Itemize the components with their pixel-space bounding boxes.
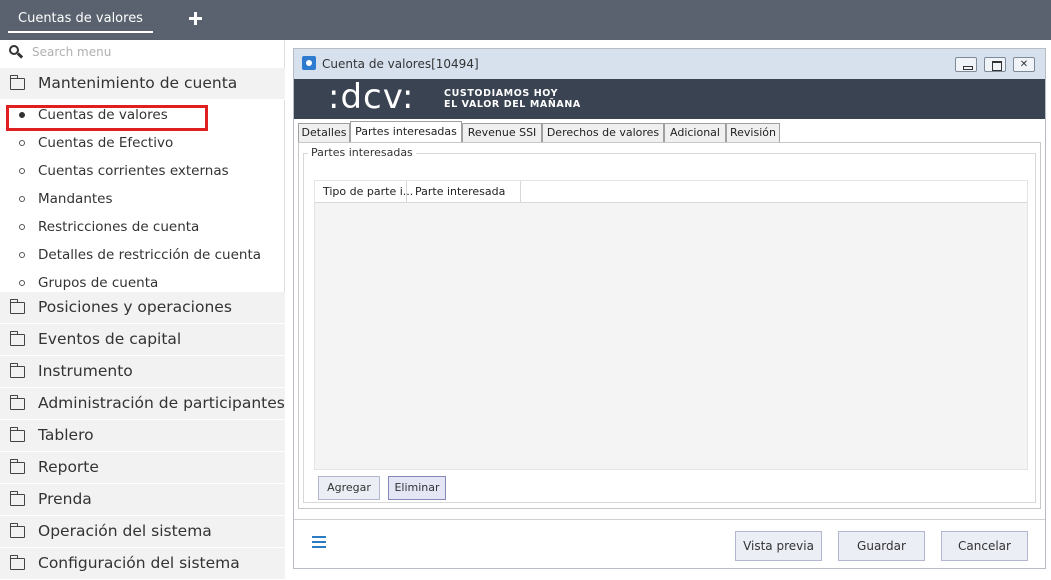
tab-revenue-ssi[interactable]: Revenue SSI [462,123,542,143]
search-bar [0,40,285,68]
folder-open-icon [9,75,25,90]
folder-icon [9,491,25,506]
bullet-icon [19,252,25,258]
tab-derechos-de-valores[interactable]: Derechos de valores [542,123,664,143]
tagline-line-2: EL VALOR DEL MAÑANA [444,99,581,110]
minimize-icon[interactable] [955,57,977,72]
sidebar-group-label: Eventos de capital [38,330,182,348]
folder-icon [9,395,25,410]
sidebar-group-tablero[interactable]: Tablero [0,420,285,452]
sidebar-group-label: Administración de participantes [38,394,285,412]
sidebar-group-posiciones[interactable]: Posiciones y operaciones [0,292,285,324]
sidebar-group-label: Instrumento [38,362,133,380]
sidebar-group-reporte[interactable]: Reporte [0,452,285,484]
sidebar-group-label: Configuración del sistema [38,554,240,572]
tab-adicional[interactable]: Adicional [664,123,726,143]
tab-content: Partes interesadas Tipo de parte i... Pa… [298,142,1041,509]
sidebar-item-label: Cuentas corrientes externas [38,163,229,179]
sidebar-group-operacion-del-sistema[interactable]: Operación del sistema [0,516,285,548]
column-header[interactable]: Tipo de parte i... [315,181,413,203]
search-input[interactable] [32,43,272,61]
sidebar-group-administracion[interactable]: Administración de participantes [0,388,285,420]
sidebar-item-label: Mandantes [38,191,113,207]
bullet-icon [19,140,25,146]
search-icon [9,45,24,59]
window-title: Cuenta de valores[10494] [322,57,479,71]
sidebar-group-label: Mantenimiento de cuenta [38,74,238,92]
tagline-line-1: CUSTODIAMOS HOY [444,88,559,99]
close-icon[interactable]: ✕ [1013,57,1035,72]
partes-grid[interactable]: Tipo de parte i... Parte interesada [314,180,1028,470]
save-button[interactable]: Guardar [838,531,925,561]
preview-button[interactable]: Vista previa [735,531,822,561]
app-icon [302,56,316,70]
sidebar-group-instrumento[interactable]: Instrumento [0,356,285,388]
sidebar-item-label: Restricciones de cuenta [38,219,200,235]
sidebar-item-label: Cuentas de Efectivo [38,135,174,151]
sidebar-group-label: Tablero [38,426,94,444]
sidebar-group-prenda[interactable]: Prenda [0,484,285,516]
tab-cuentas-de-valores[interactable]: Cuentas de valores [8,7,153,33]
bullet-icon [19,280,25,286]
folder-icon [9,331,25,346]
sidebar-item-label: Detalles de restricción de cuenta [38,247,262,263]
sidebar-item-cuentas-de-efectivo[interactable]: Cuentas de Efectivo [0,129,285,157]
add-button[interactable]: Agregar [318,476,380,500]
top-bar: Cuentas de valores [0,0,1051,40]
banner-tagline: CUSTODIAMOS HOY EL VALOR DEL MAÑANA [444,88,581,110]
window-footer: Vista previa Guardar Cancelar [294,519,1045,568]
sidebar-group-configuracion-del-sistema[interactable]: Configuración del sistema [0,548,285,580]
sidebar-group-label: Operación del sistema [38,522,212,540]
cancel-button[interactable]: Cancelar [941,531,1028,561]
folder-icon [9,427,25,442]
sidebar-menu: Mantenimiento de cuenta Cuentas de valor… [0,40,285,580]
partes-interesadas-section: Partes interesadas Tipo de parte i... Pa… [303,146,1036,503]
account-window: Cuenta de valores[10494] ✕ :dcv: CUSTODI… [293,48,1046,569]
maximize-icon[interactable] [984,57,1006,72]
sidebar-item-detalles-de-restriccion[interactable]: Detalles de restricción de cuenta [0,241,285,269]
logo-text: :dcv: [328,77,415,117]
section-title: Partes interesadas [308,146,416,159]
folder-icon [9,299,25,314]
sidebar-item-mandantes[interactable]: Mandantes [0,185,285,213]
folder-icon [9,363,25,378]
remove-button[interactable]: Eliminar [388,476,446,500]
plus-icon[interactable] [186,10,204,28]
folder-icon [9,555,25,570]
selection-highlight [6,105,208,131]
sidebar-group-eventos-de-capital[interactable]: Eventos de capital [0,324,285,356]
sidebar-group-mantenimiento-de-cuenta[interactable]: Mantenimiento de cuenta [0,68,285,100]
dcv-banner: :dcv: CUSTODIAMOS HOY EL VALOR DEL MAÑAN… [294,77,1045,119]
bullet-icon [19,196,25,202]
bullet-icon [19,168,25,174]
window-titlebar[interactable]: Cuenta de valores[10494] ✕ [294,49,1045,79]
sidebar-item-cuentas-corrientes-externas[interactable]: Cuentas corrientes externas [0,157,285,185]
tab-detalles[interactable]: Detalles [298,123,350,143]
bullet-icon [19,224,25,230]
tab-revision[interactable]: Revisión [726,123,780,143]
folder-icon [9,459,25,474]
sidebar-item-restricciones-de-cuenta[interactable]: Restricciones de cuenta [0,213,285,241]
sidebar-group-label: Prenda [38,490,92,508]
tab-partes-interesadas[interactable]: Partes interesadas [350,121,462,143]
sidebar-group-label: Reporte [38,458,99,476]
grid-header: Tipo de parte i... Parte interesada [315,181,1027,203]
sidebar-group-label: Posiciones y operaciones [38,298,232,316]
folder-icon [9,523,25,538]
column-header[interactable]: Parte interesada [407,181,521,203]
hamburger-icon[interactable] [312,536,326,548]
